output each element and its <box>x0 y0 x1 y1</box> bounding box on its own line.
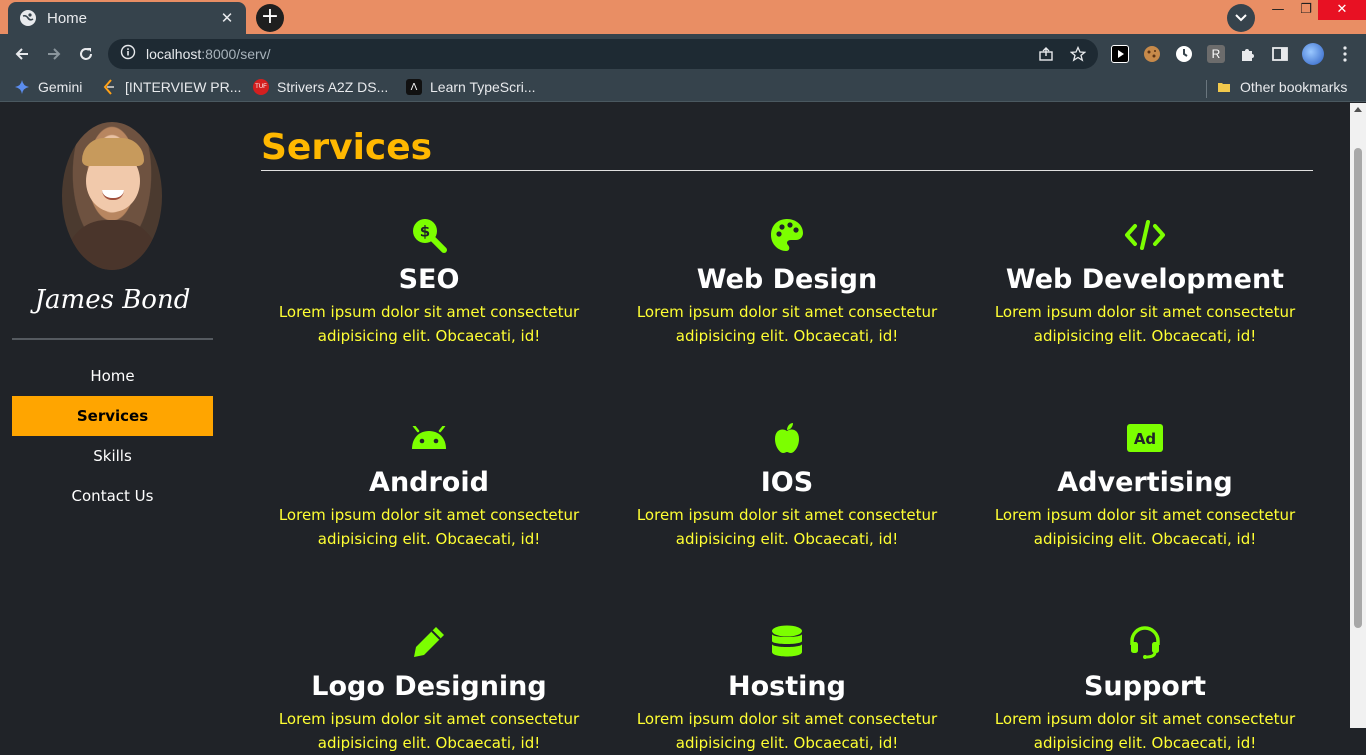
browser-tab[interactable]: Home ✕ <box>8 2 246 34</box>
service-description: Lorem ipsum dolor sit amet consectetur a… <box>994 303 1296 345</box>
forward-icon[interactable] <box>40 40 68 68</box>
tab-strip: Home ✕ + — ❐ ✕ <box>0 0 1366 34</box>
tab-close-icon[interactable]: ✕ <box>218 9 236 27</box>
service-card: Web Development Lorem ipsum dolor sit am… <box>977 215 1313 348</box>
clock-extension-icon[interactable] <box>1175 45 1193 63</box>
database-icon <box>767 622 807 662</box>
service-title: Web Design <box>696 264 878 295</box>
profile-name: James Bond <box>34 285 191 315</box>
code-icon <box>1123 215 1167 255</box>
service-description: Lorem ipsum dolor sit amet consectetur a… <box>636 710 938 752</box>
service-title: Hosting <box>728 671 846 702</box>
service-title: Support <box>1083 671 1207 702</box>
headset-icon <box>1125 622 1165 662</box>
vertical-scrollbar[interactable] <box>1350 103 1366 728</box>
other-bookmarks[interactable]: Other bookmarks <box>1216 79 1347 95</box>
service-description: Lorem ipsum dolor sit amet consectetur a… <box>278 506 580 548</box>
service-title: Advertising <box>1057 467 1233 498</box>
bookmark-strivers[interactable]: TUF Strivers A2Z DS... <box>253 79 388 95</box>
apple-icon <box>767 418 807 458</box>
nav-home[interactable]: Home <box>12 356 213 396</box>
service-title: Logo Designing <box>311 671 547 702</box>
r-extension-icon[interactable]: R <box>1207 45 1225 63</box>
service-card: Ad Advertising Lorem ipsum dolor sit ame… <box>977 418 1313 551</box>
sidebar: James Bond Home Services Skills Contact … <box>12 103 213 728</box>
nav-services[interactable]: Services <box>12 396 213 436</box>
youtube-extension-icon[interactable] <box>1111 45 1129 63</box>
service-card: Logo Designing Lorem ipsum dolor sit ame… <box>261 622 597 755</box>
nav-skills[interactable]: Skills <box>12 436 213 476</box>
back-icon[interactable] <box>8 40 36 68</box>
bookmark-gemini[interactable]: Gemini <box>14 79 82 95</box>
search-dollar-icon: $ <box>409 215 449 255</box>
service-description: Lorem ipsum dolor sit amet consectetur a… <box>994 506 1296 548</box>
browser-toolbar: localhost:8000/serv/ R <box>0 34 1366 74</box>
menu-kebab-icon[interactable] <box>1336 45 1354 63</box>
folder-icon <box>1216 79 1232 95</box>
service-description: Lorem ipsum dolor sit amet consectetur a… <box>278 710 580 752</box>
share-icon[interactable] <box>1038 46 1054 62</box>
service-description: Lorem ipsum dolor sit amet consectetur a… <box>994 710 1296 752</box>
tab-title: Home <box>47 9 88 27</box>
service-title: Android <box>369 467 489 498</box>
star-icon[interactable] <box>1069 45 1087 62</box>
services-section: Services $ SEO Lorem ipsum dolor sit ame… <box>261 103 1313 752</box>
tuf-icon: TUF <box>253 79 269 95</box>
page-title: Services <box>261 127 433 168</box>
bookmark-typescript[interactable]: Λ Learn TypeScri... <box>406 79 536 95</box>
reload-icon[interactable] <box>72 40 100 68</box>
scrollbar-thumb[interactable] <box>1354 148 1362 628</box>
sidebar-divider <box>12 338 213 340</box>
close-window-button[interactable]: ✕ <box>1318 0 1366 20</box>
service-title: SEO <box>398 264 460 295</box>
url-host: localhost <box>146 46 202 62</box>
service-title: Web Development <box>1005 264 1285 295</box>
url-path: :8000/serv/ <box>201 46 271 62</box>
bookmarks-separator <box>1206 80 1207 98</box>
service-card: Android Lorem ipsum dolor sit amet conse… <box>261 418 597 551</box>
scroll-up-arrow-icon[interactable] <box>1354 107 1362 112</box>
ad-icon: Ad <box>1125 418 1165 458</box>
tab-search-icon[interactable] <box>1227 4 1255 32</box>
service-description: Lorem ipsum dolor sit amet consectetur a… <box>278 303 580 345</box>
info-icon[interactable] <box>120 44 136 64</box>
cookie-extension-icon[interactable] <box>1143 45 1161 63</box>
service-card: Web Design Lorem ipsum dolor sit amet co… <box>619 215 955 348</box>
address-bar[interactable]: localhost:8000/serv/ <box>108 39 1098 69</box>
svg-text:Ad: Ad <box>1134 430 1156 448</box>
puzzle-extension-icon[interactable] <box>1239 45 1257 63</box>
new-tab-button[interactable]: + <box>256 4 284 32</box>
service-description: Lorem ipsum dolor sit amet consectetur a… <box>636 303 938 345</box>
palette-icon <box>767 215 807 255</box>
profile-avatar[interactable] <box>1302 43 1324 65</box>
service-card: IOS Lorem ipsum dolor sit amet consectet… <box>619 418 955 551</box>
service-title: IOS <box>760 467 814 498</box>
leetcode-icon <box>101 79 117 95</box>
service-card: $ SEO Lorem ipsum dolor sit amet consect… <box>261 215 597 348</box>
svg-text:$: $ <box>420 223 430 241</box>
nav-contact-us[interactable]: Contact Us <box>12 476 213 516</box>
service-card: Support Lorem ipsum dolor sit amet conse… <box>977 622 1313 755</box>
sidepanel-icon[interactable] <box>1271 45 1289 63</box>
android-icon <box>409 418 449 458</box>
page-viewport: James Bond Home Services Skills Contact … <box>0 103 1366 752</box>
service-card: Hosting Lorem ipsum dolor sit amet conse… <box>619 622 955 755</box>
typescript-icon: Λ <box>406 79 422 95</box>
profile-photo <box>62 122 162 270</box>
globe-icon <box>20 10 36 26</box>
bookmarks-bar: Gemini [INTERVIEW PR... TUF Strivers A2Z… <box>0 74 1366 102</box>
pencil-icon <box>409 622 449 662</box>
service-description: Lorem ipsum dolor sit amet consectetur a… <box>636 506 938 548</box>
gemini-icon <box>14 79 30 95</box>
bookmark-interview[interactable]: [INTERVIEW PR... <box>101 79 241 95</box>
title-underline <box>261 170 1313 171</box>
